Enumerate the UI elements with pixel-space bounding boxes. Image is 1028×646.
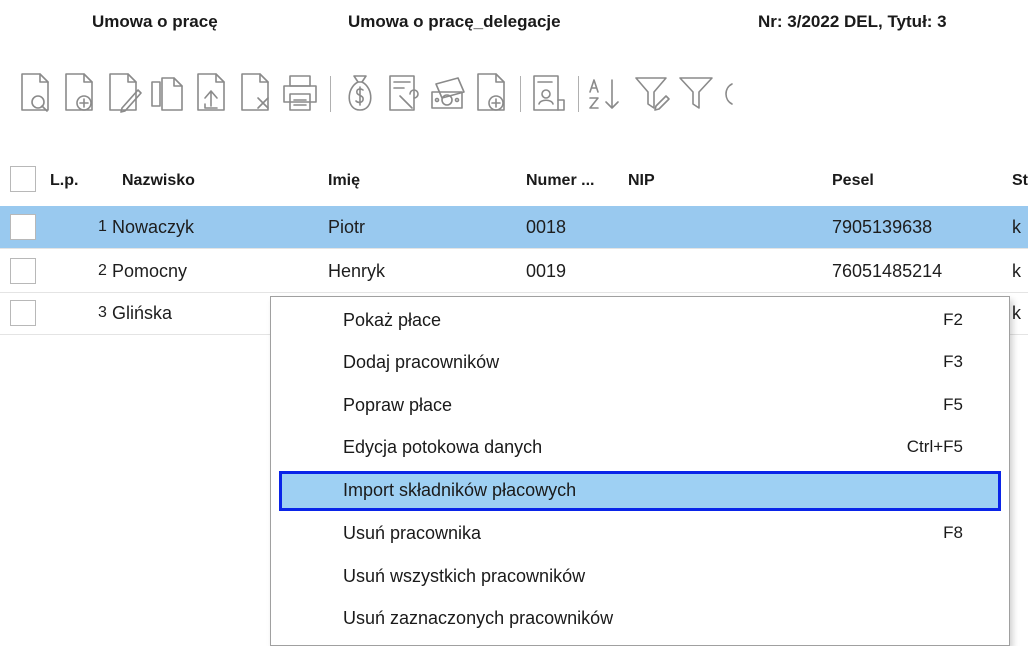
copy-doc-icon[interactable] bbox=[148, 70, 188, 116]
cell-numer: 0019 bbox=[526, 261, 567, 281]
select-all-checkbox[interactable] bbox=[10, 166, 36, 192]
menu-item-edycja-potokowa[interactable]: Edycja potokowa danych Ctrl+F5 bbox=[279, 428, 1001, 468]
partial-icon[interactable] bbox=[720, 70, 760, 116]
cell-imie: Piotr bbox=[328, 217, 366, 237]
menu-item-label: Edycja potokowa danych bbox=[343, 437, 543, 457]
document-number-label: Nr: 3/2022 DEL, Tytuł: 3 bbox=[758, 12, 947, 31]
cell-status: k bbox=[1012, 261, 1021, 281]
menu-item-popraw-place[interactable]: Popraw płace F5 bbox=[279, 386, 1001, 426]
cell-status: k bbox=[1012, 303, 1021, 323]
cash-icon[interactable] bbox=[428, 70, 468, 116]
column-header-nip[interactable]: NIP bbox=[628, 172, 655, 190]
menu-item-pokaz-place[interactable]: Pokaż płace F2 bbox=[279, 301, 1001, 341]
cell-pesel: 76051485214 bbox=[832, 261, 943, 281]
menu-item-usun-wszystkich[interactable]: Usuń wszystkich pracowników bbox=[279, 557, 1001, 597]
column-header-numer[interactable]: Numer ... bbox=[526, 172, 594, 190]
cell-nazwisko: Nowaczyk bbox=[112, 217, 195, 237]
menu-item-shortcut: F5 bbox=[943, 395, 963, 414]
export-doc-icon[interactable] bbox=[192, 70, 232, 116]
menu-item-shortcut: Ctrl+F5 bbox=[906, 437, 963, 456]
menu-item-label: Usuń pracownika bbox=[343, 523, 482, 543]
cell-lp: 1 bbox=[98, 218, 107, 235]
cell-imie: Henryk bbox=[328, 261, 386, 281]
cell-status: k bbox=[1012, 217, 1021, 237]
cell-numer: 0018 bbox=[526, 217, 567, 237]
menu-item-shortcut: F8 bbox=[943, 523, 963, 542]
list-wrench-icon[interactable] bbox=[384, 70, 424, 116]
menu-item-import-skladnikow[interactable]: Import składników płacowych bbox=[279, 471, 1001, 511]
toolbar-separator bbox=[520, 76, 521, 112]
sort-az-icon[interactable] bbox=[586, 70, 626, 116]
delete-doc-icon[interactable] bbox=[236, 70, 276, 116]
menu-item-label: Usuń wszystkich pracowników bbox=[343, 566, 586, 586]
menu-item-shortcut: F2 bbox=[943, 310, 963, 329]
cell-lp: 3 bbox=[98, 304, 107, 321]
menu-item-usun-zaznaczonych[interactable]: Usuń zaznaczonych pracowników bbox=[279, 599, 1001, 639]
contract-type-label: Umowa o pracę bbox=[92, 12, 218, 31]
toolbar-separator bbox=[330, 76, 331, 112]
filter-edit-icon[interactable] bbox=[632, 70, 672, 116]
column-header-status[interactable]: St bbox=[1012, 172, 1028, 190]
toolbar bbox=[0, 62, 1028, 124]
toolbar-separator bbox=[578, 76, 579, 112]
cell-nazwisko: Glińska bbox=[112, 303, 173, 323]
row-checkbox[interactable] bbox=[10, 258, 36, 284]
menu-item-dodaj-pracownikow[interactable]: Dodaj pracowników F3 bbox=[279, 343, 1001, 383]
payroll-info-bar: Umowa o pracę Umowa o pracę_delegacje Nr… bbox=[0, 0, 1028, 46]
table-row[interactable]: 1 Nowaczyk Piotr 0018 7905139638 k bbox=[0, 206, 1028, 249]
table-row[interactable]: 2 Pomocny Henryk 0019 76051485214 k bbox=[0, 250, 1028, 293]
context-menu: Pokaż płace F2 Dodaj pracowników F3 Popr… bbox=[270, 296, 1010, 646]
preview-doc-icon[interactable] bbox=[16, 70, 56, 116]
payroll-name-label: Umowa o pracę_delegacje bbox=[348, 12, 561, 31]
menu-item-label: Import składników płacowych bbox=[343, 480, 577, 500]
menu-item-label: Pokaż płace bbox=[343, 310, 442, 330]
add-doc-icon[interactable] bbox=[60, 70, 100, 116]
contract-icon[interactable] bbox=[528, 70, 568, 116]
money-bag-icon[interactable] bbox=[340, 70, 380, 116]
column-header-lp[interactable]: L.p. bbox=[50, 172, 78, 190]
cell-nazwisko: Pomocny bbox=[112, 261, 188, 281]
column-header-nazwisko[interactable]: Nazwisko bbox=[122, 172, 195, 190]
print-icon[interactable] bbox=[280, 70, 320, 116]
cell-lp: 2 bbox=[98, 262, 107, 279]
cell-pesel: 7905139638 bbox=[832, 217, 933, 237]
menu-item-usun-pracownika[interactable]: Usuń pracownika F8 bbox=[279, 514, 1001, 554]
row-checkbox[interactable] bbox=[10, 300, 36, 326]
column-header-pesel[interactable]: Pesel bbox=[832, 172, 874, 190]
menu-item-label: Popraw płace bbox=[343, 395, 453, 415]
menu-item-label: Dodaj pracowników bbox=[343, 352, 500, 372]
menu-item-label: Usuń zaznaczonych pracowników bbox=[343, 608, 614, 628]
filter-icon[interactable] bbox=[676, 70, 716, 116]
add-doc-icon[interactable] bbox=[472, 70, 512, 116]
menu-item-shortcut: F3 bbox=[943, 352, 963, 371]
row-checkbox[interactable] bbox=[10, 214, 36, 240]
employee-table-header: L.p. Nazwisko Imię Numer ... NIP Pesel S… bbox=[0, 160, 1028, 200]
column-header-imie[interactable]: Imię bbox=[328, 172, 360, 190]
edit-doc-icon[interactable] bbox=[104, 70, 144, 116]
